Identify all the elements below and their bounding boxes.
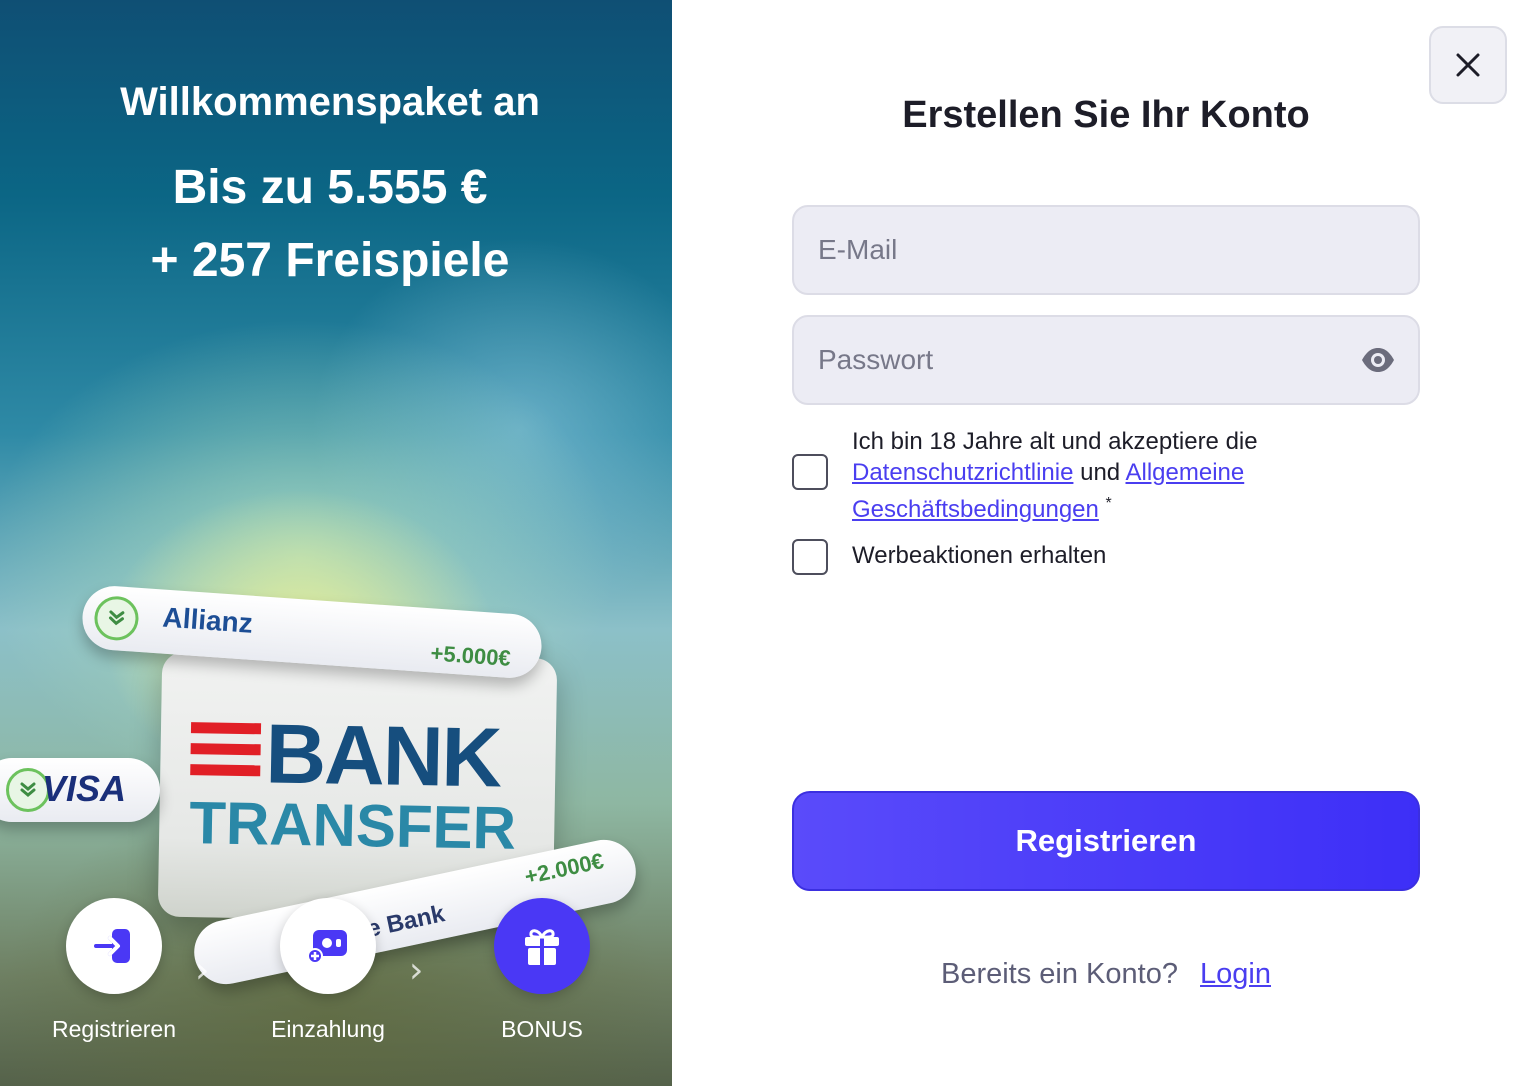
privacy-policy-link[interactable]: Datenschutzrichtlinie — [852, 459, 1073, 486]
email-field[interactable] — [792, 205, 1420, 295]
close-icon — [1456, 53, 1480, 77]
form-title: Erstellen Sie Ihr Konto — [902, 94, 1310, 136]
step-bonus: BONUS — [442, 898, 642, 1043]
step-deposit: Einzahlung — [228, 898, 428, 1043]
visa-brand: VISA — [42, 768, 127, 809]
promo-headline: Willkommenspaket an — [120, 80, 540, 124]
step-register: Registrieren — [14, 898, 214, 1043]
bank-pill-amount: +2.000€ — [522, 847, 606, 890]
promotions-checkbox[interactable] — [792, 539, 828, 575]
step-deposit-label: Einzahlung — [271, 1016, 385, 1042]
password-input[interactable] — [794, 317, 1418, 403]
email-input[interactable] — [794, 207, 1418, 293]
promo-panel: Willkommenspaket an Bis zu 5.555 € + 257… — [0, 0, 672, 1086]
terms-text: Ich bin 18 Jahre alt und akzeptiere die … — [852, 426, 1322, 525]
allianz-brand: Allianz — [161, 601, 254, 639]
allianz-amount: +5.000€ — [429, 640, 512, 671]
promo-bonus-amount: Bis zu 5.555 € — [172, 161, 488, 214]
promo-free-spins: + 257 Freispiele — [150, 234, 510, 287]
terms-and: und — [1080, 459, 1121, 486]
password-field[interactable] — [792, 315, 1420, 405]
chevron-double-down-icon — [92, 594, 140, 642]
required-mark: * — [1105, 495, 1112, 512]
login-arrow-icon — [66, 898, 162, 994]
deposit-card-icon — [280, 898, 376, 994]
login-row: Bereits ein Konto? Login — [792, 958, 1420, 991]
step-bonus-label: BONUS — [501, 1016, 583, 1042]
chevron-right-icon: › — [195, 950, 210, 991]
chevron-right-icon: › — [409, 950, 424, 991]
visa-pill: VISA — [0, 758, 160, 822]
transfer-word: TRANSFER — [188, 789, 517, 862]
terms-prefix: Ich bin 18 Jahre alt und akzeptiere die — [852, 428, 1258, 455]
register-button[interactable]: Registrieren — [792, 791, 1420, 891]
login-link[interactable]: Login — [1200, 958, 1271, 990]
login-prompt: Bereits ein Konto? — [940, 958, 1178, 990]
terms-checkbox[interactable] — [792, 454, 828, 490]
bank-stripes-logo — [190, 722, 262, 786]
close-button[interactable] — [1429, 26, 1507, 104]
promotions-label: Werbeaktionen erhalten — [852, 542, 1107, 569]
gift-icon — [494, 898, 590, 994]
eye-icon[interactable] — [1360, 345, 1396, 375]
step-register-label: Registrieren — [52, 1016, 176, 1042]
